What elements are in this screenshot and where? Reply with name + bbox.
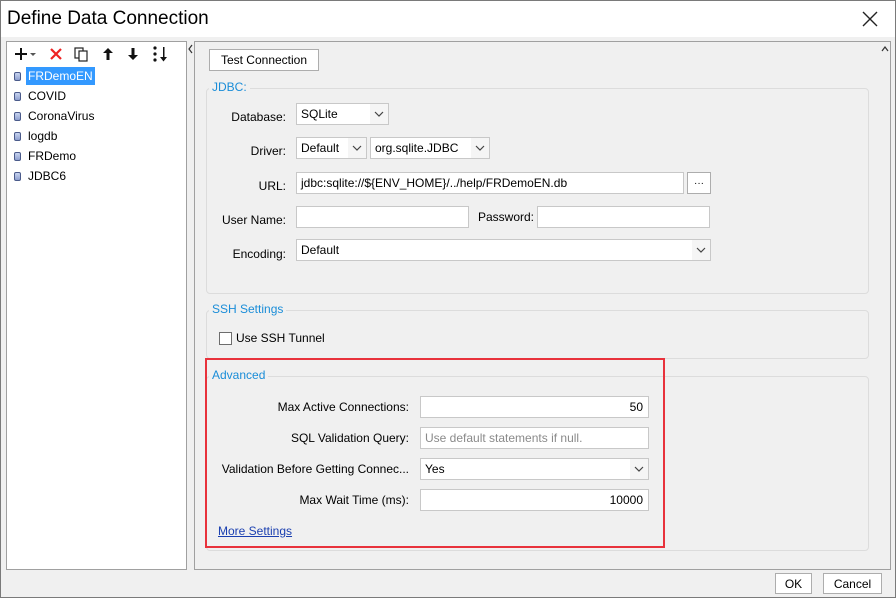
delete-connection-button[interactable] xyxy=(47,44,65,64)
connection-toolbar xyxy=(7,42,186,66)
sql-validation-query-label: SQL Validation Query: xyxy=(290,431,409,445)
url-label: URL: xyxy=(258,179,286,193)
scroll-up-icon xyxy=(881,46,889,52)
move-up-button[interactable] xyxy=(99,44,117,64)
use-ssh-tunnel-label: Use SSH Tunnel xyxy=(236,331,325,345)
connection-list-panel: FRDemoEN COVID CoronaVirus logdb FRDemo … xyxy=(6,41,187,570)
connection-label: COVID xyxy=(28,89,67,103)
advanced-group-title: Advanced xyxy=(209,368,269,382)
chevron-down-icon xyxy=(471,138,489,158)
driver-mode-select[interactable]: Default xyxy=(296,137,367,159)
max-active-connections-input[interactable]: 50 xyxy=(420,396,649,418)
connection-settings-panel: Test Connection JDBC: Database: SQLite D… xyxy=(194,41,891,570)
connection-list: FRDemoEN COVID CoronaVirus logdb FRDemo … xyxy=(7,66,186,186)
ellipsis-icon: ··· xyxy=(694,177,704,189)
connection-item-jdbc6[interactable]: JDBC6 xyxy=(7,166,186,186)
url-input[interactable]: jdbc:sqlite://${ENV_HOME}/../help/FRDemo… xyxy=(296,172,684,194)
close-button[interactable] xyxy=(859,8,881,30)
copy-connection-button[interactable] xyxy=(71,44,91,64)
encoding-value: Default xyxy=(301,243,340,257)
connection-item-frdemoen[interactable]: FRDemoEN xyxy=(7,66,186,86)
database-icon xyxy=(14,72,21,81)
username-input[interactable] xyxy=(296,206,469,228)
connection-label: JDBC6 xyxy=(28,169,67,183)
encoding-label: Encoding: xyxy=(232,247,286,261)
connection-label: logdb xyxy=(28,129,58,143)
database-icon xyxy=(14,92,21,101)
connection-label: FRDemo xyxy=(28,149,77,163)
chevron-down-icon xyxy=(370,104,388,124)
database-icon xyxy=(14,132,21,141)
username-label: User Name: xyxy=(221,213,286,227)
chevron-down-icon xyxy=(630,459,648,479)
connection-item-covid[interactable]: COVID xyxy=(7,86,186,106)
database-icon xyxy=(14,112,21,121)
connection-label: CoronaVirus xyxy=(28,109,95,123)
driver-label: Driver: xyxy=(250,144,286,158)
delete-icon xyxy=(50,48,62,60)
test-connection-button[interactable]: Test Connection xyxy=(209,49,319,71)
title-bar: Define Data Connection xyxy=(1,1,895,37)
validation-before-value: Yes xyxy=(425,462,445,476)
collapse-left-icon xyxy=(188,44,193,54)
connection-label: FRDemoEN xyxy=(26,67,95,85)
add-connection-button[interactable] xyxy=(11,44,39,64)
jdbc-group-title: JDBC: xyxy=(209,80,250,94)
add-icon xyxy=(15,48,27,60)
copy-icon xyxy=(74,47,88,62)
connection-item-frdemo[interactable]: FRDemo xyxy=(7,146,186,166)
database-value: SQLite xyxy=(301,107,338,121)
max-active-connections-label: Max Active Connections: xyxy=(277,400,409,414)
ok-button[interactable]: OK xyxy=(775,573,812,594)
chevron-down-icon xyxy=(692,240,710,260)
database-select[interactable]: SQLite xyxy=(296,103,389,125)
move-down-button[interactable] xyxy=(124,44,142,64)
sort-icon xyxy=(153,46,167,62)
database-label: Database: xyxy=(231,110,286,124)
max-wait-time-input[interactable]: 10000 xyxy=(420,489,649,511)
sort-button[interactable] xyxy=(150,44,170,64)
password-input[interactable] xyxy=(537,206,710,228)
driver-class-select[interactable]: org.sqlite.JDBC xyxy=(370,137,490,159)
validation-before-getting-connection-select[interactable]: Yes xyxy=(420,458,649,480)
more-settings-link[interactable]: More Settings xyxy=(218,524,292,538)
window-title: Define Data Connection xyxy=(7,8,209,29)
dialog-window: Define Data Connection FRDemoEN COVID Co… xyxy=(0,0,896,598)
vertical-scrollbar[interactable] xyxy=(880,42,890,569)
database-icon xyxy=(14,152,21,161)
connection-item-logdb[interactable]: logdb xyxy=(7,126,186,146)
dropdown-caret-icon xyxy=(30,53,36,56)
validation-before-getting-connection-label: Validation Before Getting Connec... xyxy=(221,462,409,476)
driver-mode-value: Default xyxy=(301,141,340,155)
password-label: Password: xyxy=(477,210,534,224)
move-down-icon xyxy=(128,48,138,60)
close-icon xyxy=(862,11,878,27)
database-icon xyxy=(14,172,21,181)
panel-splitter[interactable] xyxy=(187,41,194,570)
driver-class-value: org.sqlite.JDBC xyxy=(375,141,459,155)
url-browse-button[interactable]: ··· xyxy=(687,172,711,194)
sql-validation-query-input[interactable]: Use default statements if null. xyxy=(420,427,649,449)
cancel-button[interactable]: Cancel xyxy=(823,573,882,594)
ssh-group-title: SSH Settings xyxy=(209,302,287,316)
connection-item-coronavirus[interactable]: CoronaVirus xyxy=(7,106,186,126)
max-wait-time-label: Max Wait Time (ms): xyxy=(299,493,409,507)
encoding-select[interactable]: Default xyxy=(296,239,711,261)
use-ssh-tunnel-checkbox[interactable] xyxy=(219,332,232,345)
move-up-icon xyxy=(103,48,113,60)
chevron-down-icon xyxy=(348,138,366,158)
